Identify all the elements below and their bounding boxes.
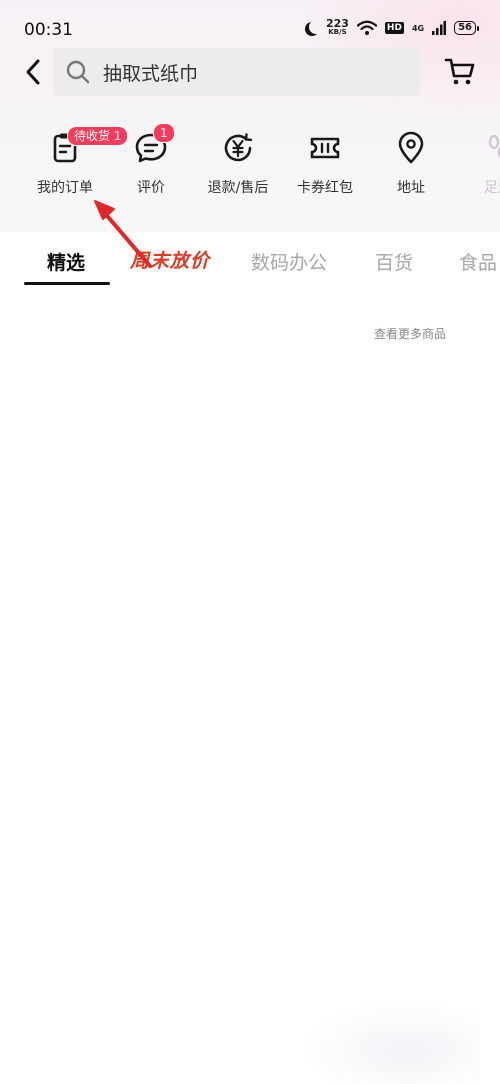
refund-aftersale-entry[interactable]: 退款/售后 — [193, 118, 283, 218]
category-tabs: 精选 周末放价 数码办公 百货 食品 — [0, 232, 500, 288]
tab-weekend-sale[interactable]: 周末放价 — [130, 246, 210, 273]
review-count-badge: 1 — [153, 123, 175, 143]
search-input[interactable]: 抽取式纸巾 — [53, 48, 420, 96]
location-pin-icon — [398, 131, 424, 164]
coupons-label: 卡券红包 — [297, 180, 353, 196]
hd-icon: HD — [384, 22, 404, 34]
coupon-ticket-icon — [310, 137, 340, 159]
reviews-label: 评价 — [137, 180, 165, 196]
reviews-entry[interactable]: 1 评价 — [106, 118, 196, 218]
see-more-products-link[interactable]: 查看更多商品 — [374, 325, 446, 342]
do-not-disturb-icon — [309, 20, 323, 34]
shopping-cart-icon — [444, 58, 475, 85]
signal-icon — [432, 21, 447, 35]
order-shortcuts: 待收货 1 我的订单 1 评价 退款/售后 卡券红包 地址 足 — [0, 118, 500, 218]
status-time: 00:31 — [24, 20, 73, 40]
active-tab-indicator — [24, 282, 110, 285]
search-query: 抽取式纸巾 — [103, 62, 199, 85]
coupons-entry[interactable]: 卡券红包 — [280, 118, 370, 218]
network-speed: 223 KB/S — [325, 17, 349, 36]
chevron-left-icon — [26, 59, 40, 85]
footprint-entry[interactable]: 足迹 — [453, 118, 500, 218]
network-speed-unit: KB/S — [328, 28, 347, 36]
tab-featured[interactable]: 精选 — [47, 248, 85, 275]
cart-button[interactable] — [440, 52, 480, 92]
address-entry[interactable]: 地址 — [366, 118, 456, 218]
status-bar: 00:31 223 KB/S HD 4G 56 — [0, 0, 500, 48]
my-orders-label: 我的订单 — [37, 180, 93, 196]
my-orders-entry[interactable]: 待收货 1 我的订单 — [20, 118, 129, 218]
watermark-blur — [300, 1000, 480, 1084]
back-button[interactable] — [16, 52, 50, 92]
footprint-icon — [488, 134, 500, 158]
network-speed-value: 223 — [325, 17, 349, 30]
footprint-label: 足迹 — [484, 180, 500, 196]
tab-food[interactable]: 食品 — [459, 248, 497, 275]
status-icons: 223 KB/S HD 4G 56 — [304, 17, 479, 36]
network-type: 4G — [411, 23, 425, 33]
search-icon — [66, 60, 90, 84]
address-label: 地址 — [397, 180, 425, 196]
wifi-icon — [356, 20, 377, 35]
yuan-refund-icon — [224, 133, 253, 162]
refund-aftersale-label: 退款/售后 — [207, 180, 269, 196]
tab-digital-office[interactable]: 数码办公 — [251, 248, 327, 275]
battery-icon: 56 — [454, 21, 479, 35]
tab-general-goods[interactable]: 百货 — [375, 248, 413, 275]
